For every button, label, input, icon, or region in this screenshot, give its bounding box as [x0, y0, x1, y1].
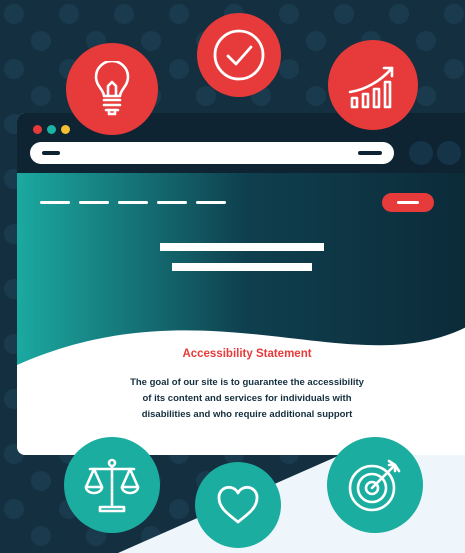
illustration: Accessibility Statement The goal of our …	[0, 0, 465, 553]
nav-link-placeholder[interactable]	[118, 201, 148, 204]
heart-circle	[195, 462, 281, 548]
address-bar[interactable]	[30, 142, 394, 164]
statement-line: of its content and services for individu…	[142, 393, 352, 404]
target-circle	[327, 437, 423, 533]
minimize-dot[interactable]	[47, 125, 56, 134]
hero-subheading-placeholder	[172, 263, 312, 271]
close-dot[interactable]	[33, 125, 42, 134]
address-bar-dash	[42, 151, 60, 155]
checkmark-circle	[197, 13, 281, 97]
address-bar-dash	[358, 151, 382, 155]
growth-chart-circle	[328, 40, 418, 130]
nav-link-placeholder[interactable]	[79, 201, 109, 204]
scales-circle	[64, 437, 160, 533]
maximize-dot[interactable]	[61, 125, 70, 134]
statement-title: Accessibility Statement	[182, 348, 312, 360]
scales-of-justice-icon	[84, 458, 140, 513]
browser-window: Accessibility Statement The goal of our …	[17, 113, 465, 455]
hero-heading-placeholder	[160, 243, 324, 251]
checkmark-icon	[213, 29, 265, 81]
statement-line: The goal of our site is to guarantee the…	[130, 377, 364, 388]
lightbulb-icon	[94, 61, 130, 116]
cta-button[interactable]	[382, 193, 434, 212]
growth-chart-icon	[348, 66, 394, 109]
nav-link-placeholder[interactable]	[196, 201, 226, 204]
window-button[interactable]	[409, 141, 433, 165]
statement-body: The goal of our site is to guarantee the…	[17, 375, 465, 423]
statement-line: disabilities and who require additional …	[141, 409, 353, 420]
heart-icon	[217, 485, 259, 524]
window-button[interactable]	[437, 141, 461, 165]
nav-link-placeholder[interactable]	[157, 201, 187, 204]
lightbulb-circle	[66, 43, 158, 135]
nav-link-placeholder[interactable]	[40, 201, 70, 204]
target-icon	[348, 459, 401, 512]
